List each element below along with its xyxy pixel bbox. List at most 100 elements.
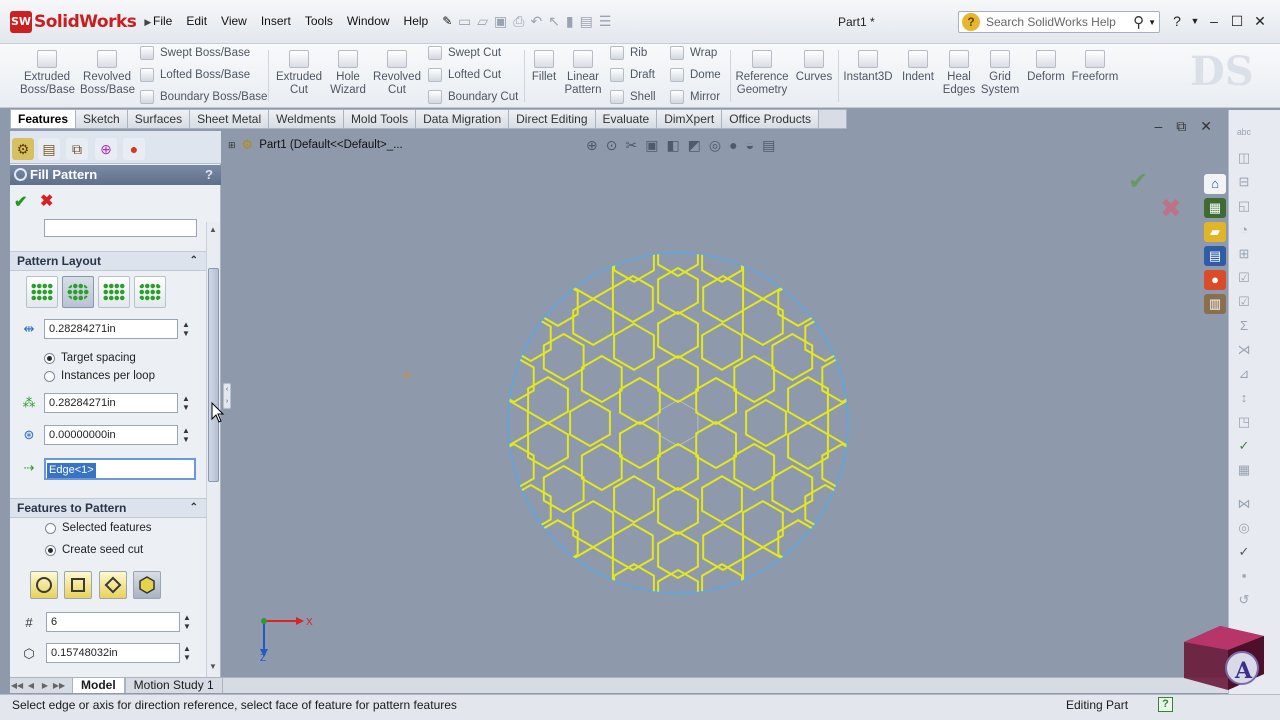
menu-insert[interactable]: Insert <box>254 13 298 29</box>
freeform-button[interactable]: Freeform <box>1070 50 1120 84</box>
square-layout-button[interactable] <box>98 276 130 308</box>
prev-tab-arrow-icon[interactable]: ◀ <box>24 681 38 690</box>
tool-icon-13[interactable]: ▦ <box>1233 460 1255 480</box>
status-help-icon[interactable]: ? <box>1158 697 1173 712</box>
tab-data-migration[interactable]: Data Migration <box>416 110 510 128</box>
menu-tools[interactable]: Tools <box>298 13 340 29</box>
close-button[interactable]: ✕ <box>1251 12 1269 30</box>
circle-seed-button[interactable] <box>30 571 58 599</box>
file-explorer-icon[interactable]: ▰ <box>1204 222 1226 242</box>
custom-properties-icon[interactable]: ▥ <box>1204 294 1226 314</box>
number-of-sides-input[interactable]: 6 <box>46 612 180 632</box>
reference-geometry-button[interactable]: Reference Geometry <box>734 50 790 97</box>
instant3d-button[interactable]: Instant3D <box>842 50 894 84</box>
print-icon[interactable]: ⎙ <box>513 13 524 30</box>
panel-collapse-handle[interactable]: ‹ › <box>223 383 231 409</box>
tab-direct-editing[interactable]: Direct Editing <box>509 110 596 128</box>
perforation-layout-button[interactable] <box>26 276 58 308</box>
spin-buttons[interactable]: ▲ ▼ <box>181 320 191 338</box>
save-icon[interactable]: ▣ <box>494 13 507 30</box>
diameter-input[interactable]: 0.15748032in <box>46 643 180 663</box>
first-tab-arrow-icon[interactable]: ◀◀ <box>10 681 24 690</box>
menu-window[interactable]: Window <box>340 13 397 29</box>
tab-model[interactable]: Model <box>72 678 125 693</box>
polygon-layout-button[interactable] <box>134 276 166 308</box>
extruded-boss-button[interactable]: Extruded Boss/Base <box>20 50 75 97</box>
swept-boss-button[interactable]: Swept Boss/Base <box>140 42 267 64</box>
features-to-pattern-group[interactable]: Features to Pattern ⌃ <box>10 498 206 518</box>
tool-icon-5[interactable]: ⊞ <box>1233 244 1255 264</box>
hole-wizard-button[interactable]: Hole Wizard <box>326 50 370 97</box>
maximize-button[interactable]: ☐ <box>1228 12 1246 30</box>
shell-button[interactable]: Shell <box>610 86 656 108</box>
loop-spacing-input[interactable]: 0.28284271in <box>44 393 178 413</box>
cancel-button[interactable]: ✖ <box>40 191 53 211</box>
next-tab-arrow-icon[interactable]: ▶ <box>38 681 52 690</box>
dome-button[interactable]: Dome <box>670 64 721 86</box>
tab-surfaces[interactable]: Surfaces <box>127 110 191 128</box>
rib-button[interactable]: Rib <box>610 42 656 64</box>
curves-button[interactable]: Curves <box>794 50 834 84</box>
spin-buttons[interactable]: ▲ ▼ <box>182 613 192 631</box>
mirror-button[interactable]: Mirror <box>670 86 721 108</box>
tool-icon-6[interactable]: ☑ <box>1233 268 1255 288</box>
help-search-box[interactable]: ? Search SolidWorks Help ⚲ ▼ <box>958 11 1160 33</box>
swept-cut-button[interactable]: Swept Cut <box>428 42 518 64</box>
scroll-down-arrow-icon[interactable]: ▼ <box>209 662 217 671</box>
tool-icon-3[interactable]: ◱ <box>1233 196 1255 216</box>
indent-button[interactable]: Indent <box>898 50 938 84</box>
rebuild-icon[interactable]: ▮ <box>566 13 574 30</box>
menu-view[interactable]: View <box>214 13 254 29</box>
minimize-button[interactable]: – <box>1205 12 1223 30</box>
design-library-icon[interactable]: ▦ <box>1204 198 1226 218</box>
scroll-up-arrow-icon[interactable]: ▲ <box>209 225 217 234</box>
tab-mold-tools[interactable]: Mold Tools <box>343 110 417 128</box>
feature-manager-tab-icon[interactable]: ⚙ <box>12 138 34 160</box>
search-icon[interactable]: ⚲ <box>1133 13 1144 31</box>
tool-icon-8[interactable]: ⋊ <box>1233 340 1255 360</box>
target-spacing-radio[interactable]: Target spacing <box>44 352 136 364</box>
help-button[interactable]: ? <box>205 165 213 185</box>
collapse-chevron-icon[interactable]: ⌃ <box>190 252 198 270</box>
chevron-down-icon[interactable]: ▼ <box>1148 18 1156 27</box>
tab-weldments[interactable]: Weldments <box>269 110 344 128</box>
create-seed-cut-radio[interactable]: Create seed cut <box>45 544 143 556</box>
lofted-boss-button[interactable]: Lofted Boss/Base <box>140 64 267 86</box>
diamond-seed-button[interactable] <box>99 571 127 599</box>
check-icon[interactable]: ✓ <box>1233 542 1255 562</box>
tool-icon-12[interactable]: ✓ <box>1233 436 1255 456</box>
pattern-direction-field[interactable]: Edge<1> <box>44 458 196 480</box>
tool-icon-10[interactable]: ↕ <box>1233 388 1255 408</box>
solidworks-logo[interactable]: SW SolidWorks ▶ <box>10 10 151 34</box>
open-icon[interactable]: ▱ <box>477 13 488 30</box>
tab-office-products[interactable]: Office Products <box>722 110 820 128</box>
instances-per-loop-radio[interactable]: Instances per loop <box>44 370 155 382</box>
display-manager-tab-icon[interactable]: ● <box>123 138 145 160</box>
undo-icon[interactable]: ↶ <box>530 13 542 30</box>
square-seed-button[interactable] <box>64 571 92 599</box>
sum-icon[interactable]: Σ <box>1233 316 1255 336</box>
property-manager-tab-icon[interactable]: ▤ <box>38 138 60 160</box>
draft-button[interactable]: Draft <box>610 64 656 86</box>
tab-sketch[interactable]: Sketch <box>76 110 128 128</box>
tool-icon-16[interactable]: ▪ <box>1233 566 1255 586</box>
tool-icon-9[interactable]: ⊿ <box>1233 364 1255 384</box>
graphics-area[interactable]: ⊞ ⚙ Part1 (Default<<Default>_... ⊕ ⊙ ✂ ▣… <box>222 118 1228 677</box>
tool-icon-1[interactable]: ◫ <box>1233 148 1255 168</box>
polygon-seed-button[interactable] <box>133 571 161 599</box>
abc-icon[interactable]: ᵃᵇᶜ <box>1233 124 1255 144</box>
help-dropdown-icon[interactable]: ▼ <box>1186 12 1204 30</box>
tool-icon-15[interactable]: ◎ <box>1233 518 1255 538</box>
tool-icon-17[interactable]: ↺ <box>1233 590 1255 610</box>
tool-icon-7[interactable]: ☑ <box>1233 292 1255 312</box>
select-icon[interactable]: ↖ <box>548 13 560 30</box>
pin-icon[interactable]: ✎ <box>435 13 459 29</box>
options-icon[interactable]: ☰ <box>599 13 612 30</box>
wrap-button[interactable]: Wrap <box>670 42 721 64</box>
ok-button[interactable]: ✔ <box>14 192 27 212</box>
boundary-cut-button[interactable]: Boundary Cut <box>428 86 518 108</box>
menu-file[interactable]: File <box>146 13 179 29</box>
pattern-layout-group[interactable]: Pattern Layout ⌃ <box>10 251 206 271</box>
linear-pattern-button[interactable]: Linear Pattern <box>562 50 604 97</box>
heal-edges-button[interactable]: Heal Edges <box>940 50 978 97</box>
